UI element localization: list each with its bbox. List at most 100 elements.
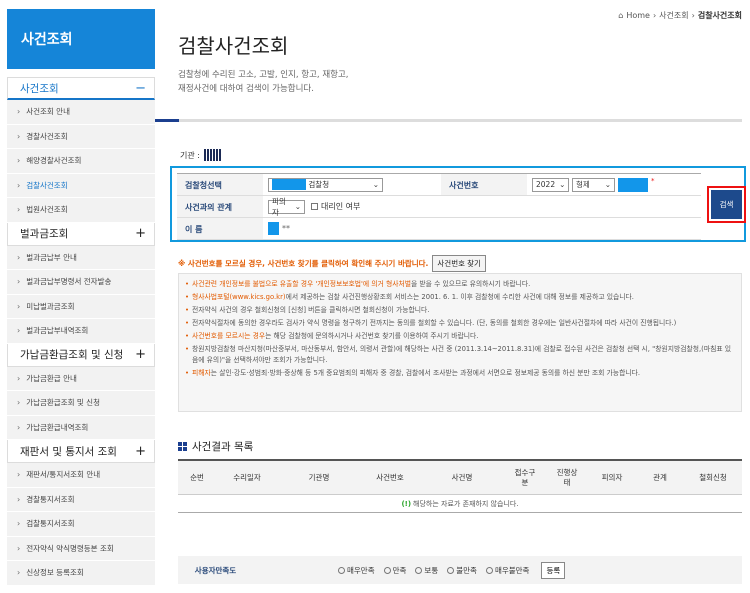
search-button-highlight: 검색 <box>707 186 746 223</box>
expand-icon[interactable]: + <box>135 445 146 458</box>
page-title: 검찰사건조회 <box>178 34 289 58</box>
sidebar-item[interactable]: › 재판서/통지서조회 안내 <box>7 463 155 488</box>
info-body: 을 받을 수 있으므로 유의하시기 바랍니다. <box>410 280 531 288</box>
chevron-right-icon: › <box>17 131 21 141</box>
chevron-right-icon: › <box>17 156 21 166</box>
bullet-icon: • <box>185 332 190 340</box>
satisfaction-label: 사용자만족도 <box>194 565 237 575</box>
sidebar-item[interactable]: › 벌과금납부명령서 전자발송 <box>7 270 155 295</box>
column-header: 피의자 <box>601 472 623 482</box>
results-title: 사건결과 목록 <box>192 441 254 453</box>
chevron-down-icon: ⌄ <box>372 180 379 189</box>
sidebar-item[interactable]: › 검찰통지서조회 <box>7 512 155 537</box>
expand-icon[interactable]: + <box>135 227 146 240</box>
radio-circle-icon[interactable] <box>447 566 455 574</box>
agency-logo-icon <box>203 149 221 161</box>
column-header: 철회신청 <box>699 472 727 482</box>
sidebar-menu: 사건조회 − › 사건조회 안내 › 경찰사건조회 › 해양경찰사건조회 › 검찰사건조회 › 법원사… <box>7 77 155 586</box>
satisfaction-radio[interactable]: 보통 <box>415 565 438 576</box>
sidebar-item[interactable]: › 신상정보 등록조회 <box>7 561 155 586</box>
sidebar-item-label: 가납금환급내역조회 <box>26 422 89 432</box>
chevron-right-icon: › <box>17 470 21 480</box>
satisfaction-submit-button[interactable]: 등록 <box>541 561 566 579</box>
expand-icon[interactable]: + <box>135 348 146 361</box>
sidebar-item[interactable]: › 전자약식 약식명령등본 조회 <box>7 536 155 561</box>
relation-select[interactable]: 피의자 ⌄ <box>268 197 305 217</box>
year-select[interactable]: 2022 ⌄ <box>532 177 569 192</box>
page-description: 검찰청에 수리된 고소, 고발, 인지, 항고, 재항고, 재정사건에 대하여 … <box>178 68 478 96</box>
office-select[interactable]: 검찰청 ⌄ <box>268 177 383 192</box>
sidebar-item[interactable]: › 해양경찰사건조회 <box>7 149 155 174</box>
satisfaction-radio[interactable]: 매우불만족 <box>485 565 529 576</box>
radio-circle-icon[interactable] <box>338 566 345 574</box>
bullet-icon: • <box>185 369 190 377</box>
case-type-select[interactable]: 형제 ⌄ <box>572 177 615 192</box>
sidebar-item-label: 벌과금납부명령서 전자발송 <box>26 277 112 287</box>
office-value: 검찰청 <box>308 179 330 189</box>
info-text: 형사사법포털(www.kics.go.kr)에서 제공하는 검찰 사건진행상황조… <box>192 292 634 303</box>
sidebar-group[interactable]: 벌과금조회 + <box>7 222 155 246</box>
sidebar-group[interactable]: 사건조회 − <box>7 77 155 100</box>
column-header: 사건명 <box>451 472 473 482</box>
sidebar-item-label: 가납금환급 안내 <box>26 373 77 383</box>
sidebar-item[interactable]: › 검찰사건조회 <box>7 173 155 198</box>
info-item: • 창원지방검찰청 마산지청(마산중부서, 마산동부서, 함안서, 의령서 관할)… <box>185 344 735 366</box>
radio-circle-icon[interactable] <box>415 566 423 574</box>
radio-circle-icon[interactable] <box>383 566 391 574</box>
radio-circle-icon[interactable] <box>485 566 493 574</box>
chevron-right-icon: › <box>17 568 21 578</box>
sidebar-item[interactable]: › 가납금환급내역조회 <box>7 415 155 440</box>
sidebar-item[interactable]: › 법원사건조회 <box>7 198 155 223</box>
info-highlight: 형사사법포털(www.kics.go.kr) <box>192 293 286 301</box>
results-header: 사건결과 목록 <box>178 439 253 454</box>
sidebar-item-label: 경찰통지서조회 <box>26 494 75 504</box>
column-header: 순번 <box>190 472 204 482</box>
name-input[interactable] <box>268 222 279 235</box>
info-item: • 전자약식절차에 동의한 경우라도 검사가 약식 명령을 청구하기 전까지는 동… <box>185 318 735 329</box>
sidebar-item[interactable]: › 가납금환급 안내 <box>7 366 155 391</box>
sidebar-item[interactable]: › 사건조회 안내 <box>7 100 155 125</box>
results-table: 순번 수리일자 기관명 사건번호 사건명 접수구분 진행상태 피의자 관계 철회신청 (!) 해당… <box>178 459 742 513</box>
table-header: 순번 수리일자 기관명 사건번호 사건명 접수구분 진행상태 피의자 관계 철회신청 <box>178 461 742 495</box>
sidebar-item-label: 신상정보 등록조회 <box>26 568 84 578</box>
proxy-checkbox[interactable] <box>311 203 318 210</box>
agency-label: 기관 : <box>180 150 200 160</box>
sidebar-item-label: 경찰사건조회 <box>26 131 68 141</box>
chevron-down-icon: ⌄ <box>604 180 611 189</box>
satisfaction-radio[interactable]: 불만족 <box>447 565 477 576</box>
satisfaction-radio[interactable]: 만족 <box>383 565 406 576</box>
home-icon[interactable]: ⌂ <box>618 11 623 20</box>
sidebar-item[interactable]: › 경찰통지서조회 <box>7 487 155 512</box>
info-highlight: 사건관련 개인정보를 불법으로 유출할 경우 '개인정보보호법'에 의거 형사처… <box>192 280 411 288</box>
sidebar-item[interactable]: › 미납벌과금조회 <box>7 294 155 319</box>
case-number-find-button[interactable]: 사건번호 찾기 <box>432 255 486 272</box>
column-header: 관계 <box>653 472 667 482</box>
sidebar-item[interactable]: › 벌과금납부 안내 <box>7 245 155 270</box>
agency-row: 기관 : <box>180 149 221 161</box>
breadcrumb-mid[interactable]: 사건조회 <box>659 10 688 21</box>
satisfaction-option-label: 매우만족 <box>347 565 375 575</box>
info-body: 는 해당 검찰청에 문의하시거나 사건번호 찾기를 이용하여 주시기 바랍니다. <box>265 332 479 340</box>
breadcrumb-home[interactable]: Home <box>626 11 650 20</box>
collapse-icon[interactable]: − <box>135 82 146 95</box>
info-item: • 피해자는 살인·강도·성범죄·방화·중상해 등 5개 중요범죄의 피해자 중 … <box>185 368 735 379</box>
bullet-icon: • <box>185 280 190 288</box>
sidebar-group[interactable]: 가납금환급조회 및 신청 + <box>7 343 155 367</box>
info-text: 사건관련 개인정보를 불법으로 유출할 경우 '개인정보보호법'에 의거 형사처… <box>192 279 530 290</box>
notice-text: ※ 사건번호를 모르실 경우, 사건번호 찾기를 클릭하여 확인해 주시기 바랍… <box>178 259 429 268</box>
search-button[interactable]: 검색 <box>711 190 742 219</box>
sidebar-group[interactable]: 재판서 및 통지서 조회 + <box>7 440 155 463</box>
sidebar-item[interactable]: › 가납금환급조회 및 신청 <box>7 391 155 416</box>
bullet-icon: • <box>185 306 190 314</box>
sidebar-group-label: 사건조회 <box>20 82 59 95</box>
column-header: 사건번호 <box>376 472 404 482</box>
chevron-right-icon: › <box>17 543 21 553</box>
satisfaction-radio[interactable]: 매우만족 <box>338 565 375 576</box>
notice-row: ※ 사건번호를 모르실 경우, 사건번호 찾기를 클릭하여 확인해 주시기 바랍… <box>178 255 486 272</box>
info-body: 에서 제공하는 검찰 사건진행상황조회 서비스는 2001. 6. 1. 이후 … <box>285 293 634 301</box>
sidebar-item[interactable]: › 경찰사건조회 <box>7 124 155 149</box>
sidebar-item[interactable]: › 벌과금납부내역조회 <box>7 319 155 344</box>
relation-value: 피의자 <box>272 196 286 217</box>
case-number-input[interactable] <box>618 177 648 192</box>
chevron-right-icon: › <box>17 422 21 432</box>
